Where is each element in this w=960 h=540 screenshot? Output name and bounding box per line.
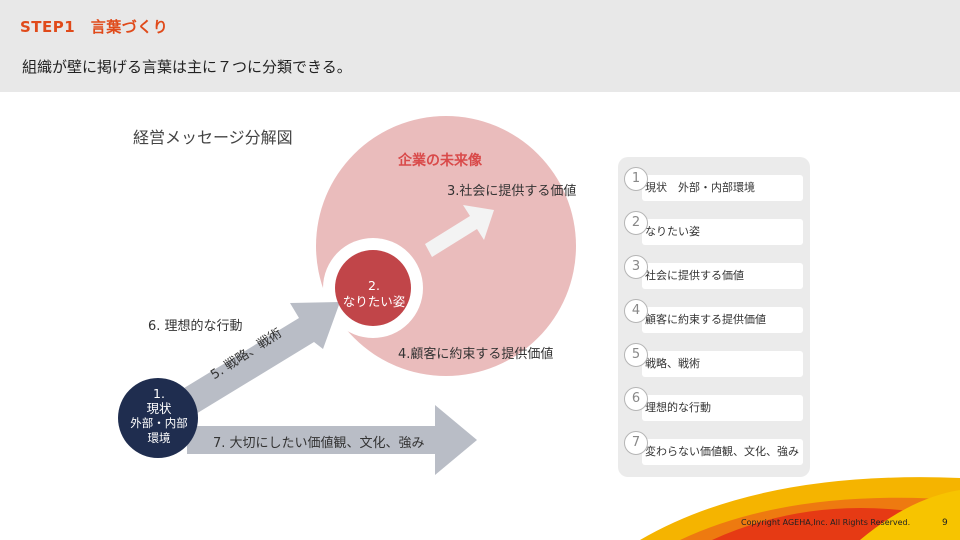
page-number: 9	[942, 518, 948, 528]
copyright-text: Copyright AGEHA,Inc. All Rights Reserved…	[741, 518, 911, 527]
footer-decoration	[640, 477, 960, 540]
